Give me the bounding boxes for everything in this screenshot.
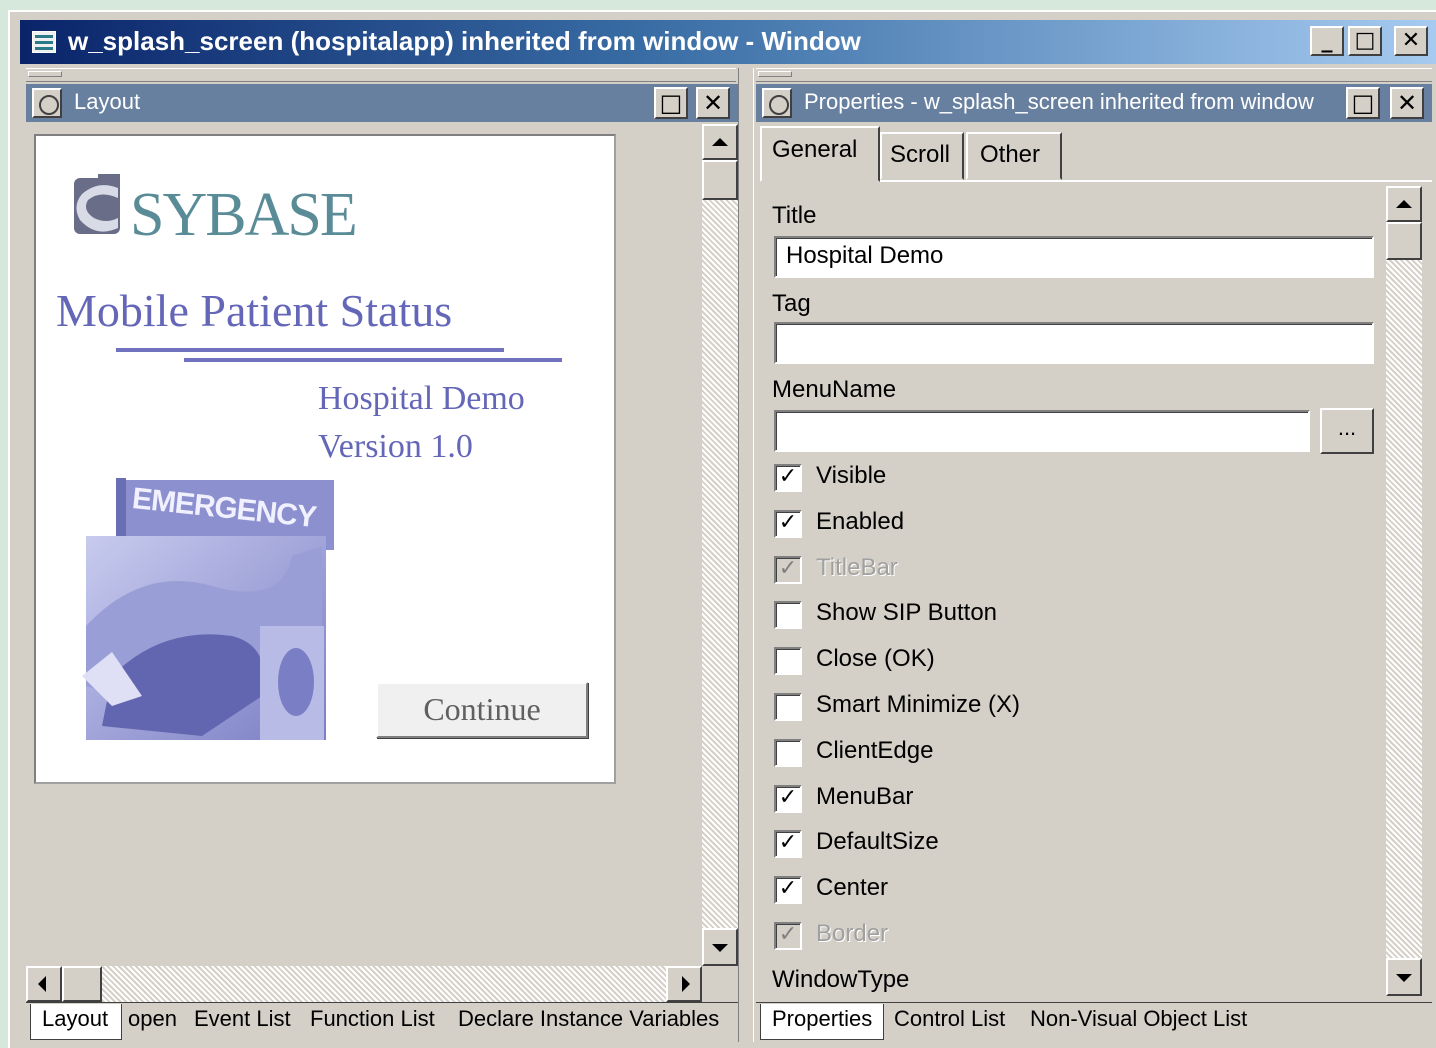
scroll-down-icon[interactable] <box>702 928 738 966</box>
layout-pane-titlebar[interactable]: Layout □ ✕ <box>26 84 738 122</box>
title-underline-1 <box>116 348 504 352</box>
checkmark-icon: ✓ <box>778 922 798 947</box>
checkmark-icon: ✓ <box>778 464 798 489</box>
maximize-icon[interactable]: □ <box>1348 26 1382 56</box>
checkbox-label: Show SIP Button <box>816 599 998 626</box>
checkbox-border: ✓ <box>774 922 802 950</box>
title-field[interactable]: Hospital Demo <box>774 236 1374 278</box>
layout-maximize-icon[interactable]: □ <box>654 87 688 119</box>
checkbox-close-ok[interactable] <box>774 647 802 675</box>
splash-window-canvas[interactable]: SYBASE Mobile Patient Status Hospital De… <box>34 134 616 784</box>
checkbox-label: Close (OK) <box>816 645 935 672</box>
properties-maximize-icon[interactable]: □ <box>1346 87 1380 119</box>
checkbox-defaultsize[interactable]: ✓ <box>774 830 802 858</box>
scroll-thumb[interactable] <box>702 160 738 200</box>
scroll-left-icon[interactable] <box>26 966 62 1002</box>
h-scroll-thumb[interactable] <box>62 966 102 1002</box>
splash-version: Version 1.0 <box>318 428 473 465</box>
properties-pane-titlebar[interactable]: Properties - w_splash_screen inherited f… <box>756 84 1432 122</box>
close-icon[interactable]: ✕ <box>1394 26 1428 56</box>
sybase-logo-icon <box>74 174 124 236</box>
checkbox-visible[interactable]: ✓ <box>774 464 802 492</box>
menuname-label: MenuName <box>772 376 897 403</box>
tab-non-visual-object-list[interactable]: Non-Visual Object List <box>1030 1006 1247 1032</box>
checkbox-center[interactable]: ✓ <box>774 876 802 904</box>
checkmark-icon: ✓ <box>778 510 798 535</box>
tab-general[interactable]: General <box>772 136 857 164</box>
properties-close-icon[interactable]: ✕ <box>1390 87 1424 119</box>
tab-properties[interactable]: Properties <box>772 1006 872 1032</box>
layout-vertical-scrollbar[interactable] <box>702 124 738 966</box>
layout-grip[interactable] <box>28 71 62 77</box>
scroll-up-icon[interactable] <box>702 124 738 160</box>
checkbox-label: Visible <box>816 462 887 489</box>
tab-scroll[interactable]: Scroll <box>890 141 950 169</box>
checkbox-label: Border <box>816 920 889 947</box>
layout-close-icon[interactable]: ✕ <box>696 87 730 119</box>
tag-label: Tag <box>772 290 811 317</box>
scroll-right-icon[interactable] <box>666 966 702 1002</box>
layout-pane-title: Layout <box>74 89 141 114</box>
checkbox-label: Enabled <box>816 508 905 535</box>
tab-other[interactable]: Other <box>980 141 1040 169</box>
properties-grip[interactable] <box>758 71 792 77</box>
checkbox-label: Smart Minimize (X) <box>816 691 1021 718</box>
checkmark-icon: ✓ <box>778 830 798 855</box>
tab-event-list[interactable]: Event List <box>194 1006 291 1032</box>
pane-icon <box>32 88 62 118</box>
emergency-photo: EMERGENCY <box>82 476 334 740</box>
checkmark-icon: ✓ <box>778 556 798 581</box>
title-underline-2 <box>184 358 562 362</box>
checkbox-label: Center <box>816 874 889 901</box>
tag-field[interactable] <box>774 322 1374 364</box>
continue-button[interactable]: Continue <box>376 682 588 738</box>
checkbox-smart-minimize-x[interactable] <box>774 693 802 721</box>
checkmark-icon: ✓ <box>778 876 798 901</box>
pane-splitter[interactable] <box>738 68 754 1042</box>
scroll-corner <box>702 966 738 1002</box>
splash-subtitle: Hospital Demo <box>318 380 525 417</box>
layout-horizontal-scrollbar[interactable] <box>26 966 702 1002</box>
tab-control-list[interactable]: Control List <box>894 1006 1005 1032</box>
checkmark-icon: ✓ <box>778 785 798 810</box>
pane-icon <box>762 88 792 118</box>
properties-scroll-thumb[interactable] <box>1386 222 1422 260</box>
menuname-browse-button[interactable]: ... <box>1320 408 1374 454</box>
checkbox-titlebar: ✓ <box>774 556 802 584</box>
tab-declare-instance-variables[interactable]: Declare Instance Variables <box>458 1006 719 1032</box>
properties-pane-header-strip <box>756 68 1432 82</box>
windowtype-label: WindowType <box>772 966 910 993</box>
tab-open[interactable]: open <box>128 1006 177 1032</box>
menuname-field[interactable] <box>774 410 1310 452</box>
window-app-icon[interactable] <box>32 31 56 53</box>
layout-pane-header-strip <box>26 68 736 82</box>
scroll-down-icon[interactable] <box>1386 958 1422 996</box>
checkbox-clientedge[interactable] <box>774 739 802 767</box>
checkbox-label: TitleBar <box>816 554 898 581</box>
window-title: w_splash_screen (hospitalapp) inherited … <box>68 26 861 56</box>
tab-function-list[interactable]: Function List <box>310 1006 435 1032</box>
splash-app-title: Mobile Patient Status <box>56 285 453 336</box>
properties-vertical-scrollbar[interactable] <box>1386 186 1422 996</box>
scroll-up-icon[interactable] <box>1386 186 1422 222</box>
title-label: Title <box>772 202 817 229</box>
sybase-logo-text: SYBASE <box>130 181 358 249</box>
checkbox-enabled[interactable]: ✓ <box>774 510 802 538</box>
properties-pane-title: Properties - w_splash_screen inherited f… <box>804 89 1314 114</box>
window-titlebar[interactable]: w_splash_screen (hospitalapp) inherited … <box>20 20 1436 64</box>
checkbox-menubar[interactable]: ✓ <box>774 785 802 813</box>
checkbox-show-sip-button[interactable] <box>774 601 802 629</box>
tab-layout[interactable]: Layout <box>42 1006 108 1032</box>
checkbox-label: DefaultSize <box>816 828 939 855</box>
minimize-icon[interactable]: _ <box>1310 26 1344 56</box>
checkbox-label: ClientEdge <box>816 737 934 764</box>
tab-baseline <box>880 180 1432 182</box>
checkbox-label: MenuBar <box>816 783 914 810</box>
